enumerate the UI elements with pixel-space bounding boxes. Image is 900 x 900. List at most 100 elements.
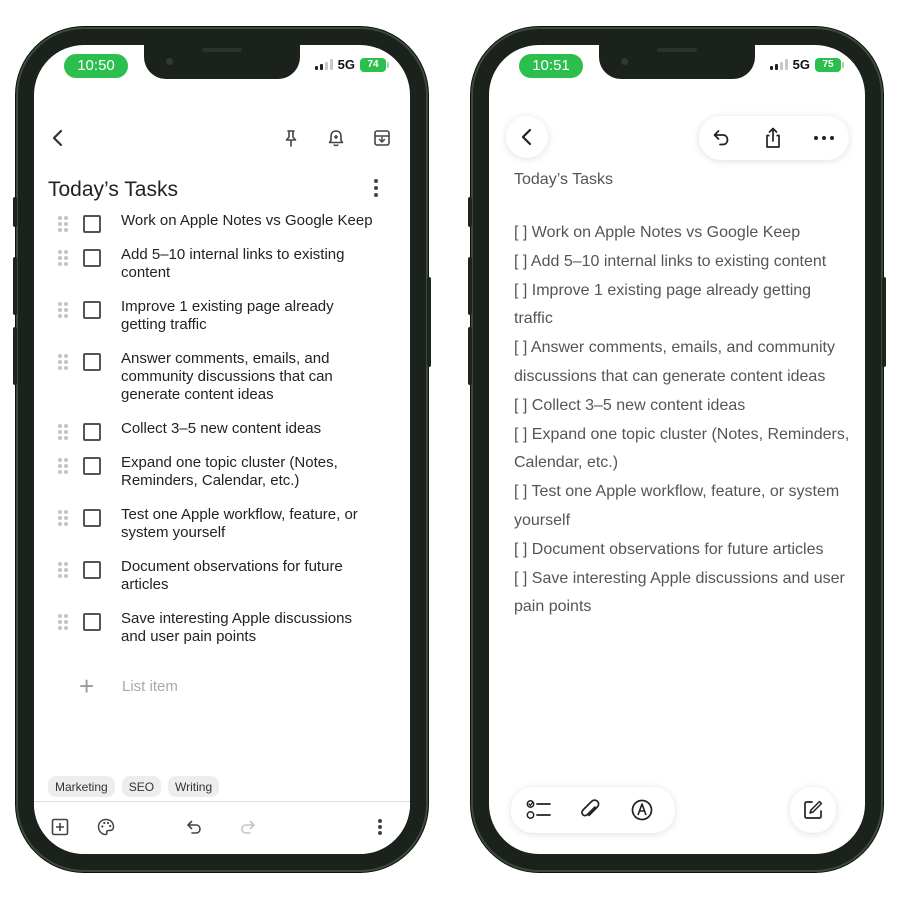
volume-down-button	[13, 327, 17, 385]
label-chip[interactable]: SEO	[121, 776, 162, 797]
volume-down-button	[468, 327, 472, 385]
label-chip[interactable]: Writing	[168, 776, 220, 797]
phone-frame-apple-notes: 10:51 5G 75 Today’s Tasks [] Work on Ap…	[468, 27, 886, 872]
list-item[interactable]: Answer comments, emails, and community d…	[34, 350, 410, 404]
list-item-text[interactable]: Improve 1 existing page already getting …	[121, 298, 334, 333]
note-line[interactable]: [ ] Improve 1 existing page already gett…	[514, 277, 854, 335]
note-line[interactable]: [ ] Answer comments, emails, and communi…	[514, 334, 854, 392]
undo-icon[interactable]	[182, 815, 206, 839]
network-type: 5G	[337, 57, 355, 72]
checklist: Work on Apple Notes vs Google Keep Add 5…	[34, 212, 410, 646]
add-list-item[interactable]: List item	[122, 678, 178, 695]
battery-icon: 75	[815, 57, 844, 72]
drag-handle-icon[interactable]	[58, 424, 68, 440]
drag-handle-icon[interactable]	[58, 614, 68, 630]
label-chip[interactable]: Marketing	[48, 776, 115, 797]
list-item[interactable]: Collect 3–5 new content ideas	[34, 420, 410, 441]
checkbox[interactable]	[83, 561, 101, 579]
markup-icon[interactable]	[627, 795, 657, 825]
side-button	[882, 277, 886, 367]
list-item-text[interactable]: Answer comments, emails, and community d…	[121, 350, 333, 403]
palette-icon[interactable]	[94, 815, 118, 839]
attachment-icon[interactable]	[575, 795, 605, 825]
add-item-plus-icon[interactable]: +	[79, 673, 94, 699]
network-type: 5G	[792, 57, 810, 72]
list-item-text[interactable]: Test one Apple workflow, feature, or sys…	[121, 506, 358, 541]
signal-icon	[769, 59, 788, 70]
drag-handle-icon[interactable]	[58, 458, 68, 474]
checkbox[interactable]	[83, 215, 101, 233]
checklist-icon[interactable]	[523, 795, 555, 825]
redo-icon[interactable]	[236, 815, 260, 839]
bottom-toolbar	[34, 802, 410, 854]
apple-notes-screen: 10:51 5G 75 Today’s Tasks [] Work on Ap…	[489, 45, 865, 854]
note-body[interactable]: [ ] Work on Apple Notes vs Google Keep […	[514, 219, 854, 622]
drag-handle-icon[interactable]	[58, 216, 68, 232]
list-item-text[interactable]: Save interesting Apple discussions and u…	[121, 610, 352, 645]
side-button	[427, 277, 431, 367]
drag-handle-icon[interactable]	[58, 354, 68, 370]
more-icon[interactable]	[809, 124, 839, 152]
list-item-text[interactable]: Collect 3–5 new content ideas	[121, 420, 321, 437]
signal-icon	[314, 59, 333, 70]
list-item[interactable]: Document observations for future article…	[34, 558, 410, 594]
note-line[interactable]: [ ] Collect 3–5 new content ideas	[514, 392, 854, 421]
back-arrow-icon[interactable]	[44, 124, 72, 152]
pin-icon[interactable]	[277, 124, 305, 152]
notch	[144, 45, 300, 79]
phone-frame-google-keep: 10:50 5G 74 Today’s Tasks Work on Apple …	[13, 27, 431, 872]
status-indicators: 5G 75	[769, 57, 844, 72]
back-button[interactable]	[506, 116, 548, 158]
drag-handle-icon[interactable]	[58, 250, 68, 266]
notch	[599, 45, 755, 79]
list-item-text[interactable]: Expand one topic cluster (Notes, Reminde…	[121, 454, 338, 489]
mute-switch	[468, 197, 472, 227]
more-vert-icon[interactable]	[374, 815, 386, 839]
note-line[interactable]: [ ] Expand one topic cluster (Notes, Rem…	[514, 421, 854, 479]
note-line[interactable]: [ ] Test one Apple workflow, feature, or…	[514, 478, 854, 536]
list-item[interactable]: Work on Apple Notes vs Google Keep	[34, 212, 410, 233]
note-line[interactable]: [ ] Add 5–10 internal links to existing …	[514, 248, 854, 277]
note-title[interactable]: Today’s Tasks	[48, 178, 178, 202]
checkbox[interactable]	[83, 423, 101, 441]
format-tools-group	[511, 787, 675, 833]
checkbox[interactable]	[83, 249, 101, 267]
drag-handle-icon[interactable]	[58, 302, 68, 318]
status-time: 10:50	[64, 54, 128, 78]
checkbox[interactable]	[83, 457, 101, 475]
volume-up-button	[468, 257, 472, 315]
list-item[interactable]: Improve 1 existing page already getting …	[34, 298, 410, 334]
share-icon[interactable]	[758, 123, 788, 153]
note-actions-group	[699, 116, 849, 160]
note-line[interactable]: [ ] Document observations for future art…	[514, 536, 854, 565]
compose-icon	[790, 787, 836, 833]
add-box-icon[interactable]	[48, 815, 72, 839]
checkbox[interactable]	[83, 301, 101, 319]
google-keep-screen: 10:50 5G 74 Today’s Tasks Work on Apple …	[34, 45, 410, 854]
drag-handle-icon[interactable]	[58, 562, 68, 578]
battery-icon: 74	[360, 57, 389, 72]
list-item-text[interactable]: Add 5–10 internal links to existing cont…	[121, 246, 344, 281]
note-line[interactable]: [ ] Save interesting Apple discussions a…	[514, 565, 854, 623]
list-item-text[interactable]: Work on Apple Notes vs Google Keep	[121, 212, 373, 229]
list-item-text[interactable]: Document observations for future article…	[121, 558, 343, 593]
note-title[interactable]: Today’s Tasks	[514, 171, 613, 189]
checkbox[interactable]	[83, 353, 101, 371]
undo-icon[interactable]	[705, 124, 735, 152]
status-time: 10:51	[519, 54, 583, 78]
reminder-bell-icon[interactable]	[322, 124, 350, 152]
drag-handle-icon[interactable]	[58, 510, 68, 526]
list-item[interactable]: Test one Apple workflow, feature, or sys…	[34, 506, 410, 542]
list-item[interactable]: Save interesting Apple discussions and u…	[34, 610, 410, 646]
volume-up-button	[13, 257, 17, 315]
mute-switch	[13, 197, 17, 227]
checkbox[interactable]	[83, 509, 101, 527]
compose-button[interactable]	[790, 787, 836, 833]
archive-icon[interactable]	[368, 124, 396, 152]
list-item[interactable]: Add 5–10 internal links to existing cont…	[34, 246, 410, 282]
status-indicators: 5G 74	[314, 57, 389, 72]
list-item[interactable]: Expand one topic cluster (Notes, Reminde…	[34, 454, 410, 490]
more-vert-icon[interactable]	[372, 179, 380, 201]
checkbox[interactable]	[83, 613, 101, 631]
note-line[interactable]: [ ] Work on Apple Notes vs Google Keep	[514, 219, 854, 248]
